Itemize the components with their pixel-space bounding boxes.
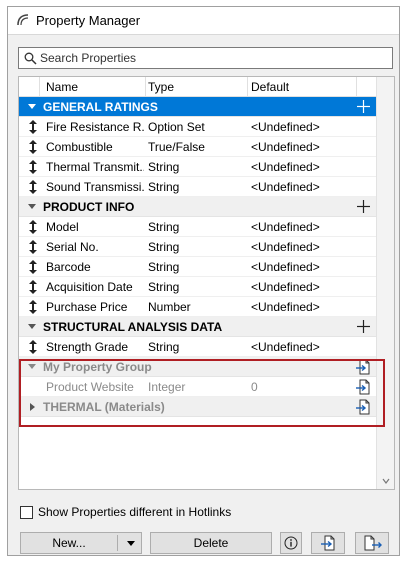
search-icon <box>24 52 37 65</box>
table-row[interactable]: Thermal Transmit... String <Undefined> <box>19 157 377 177</box>
drag-handle-icon[interactable] <box>29 340 37 354</box>
table-row[interactable]: Strength Grade String <Undefined> <box>19 337 377 357</box>
table-row[interactable]: Model String <Undefined> <box>19 217 377 237</box>
vertical-scrollbar[interactable] <box>376 77 394 489</box>
search-box[interactable] <box>18 47 393 69</box>
property-name: Barcode <box>46 260 91 274</box>
property-default: <Undefined> <box>251 300 320 314</box>
add-property-icon[interactable] <box>357 100 370 113</box>
export-button[interactable] <box>355 532 389 554</box>
import-button[interactable] <box>311 532 345 554</box>
table-row[interactable]: Acquisition Date String <Undefined> <box>19 277 377 297</box>
property-name: Sound Transmissi... <box>46 180 144 194</box>
column-header-row: Name Type Default <box>19 77 377 97</box>
property-grid: Name Type Default GENERAL RATINGS Fire R… <box>18 76 395 490</box>
drag-handle-icon[interactable] <box>29 260 37 274</box>
property-default: <Undefined> <box>251 120 320 134</box>
property-type: String <box>148 340 180 354</box>
collapse-arrow-icon[interactable] <box>28 204 36 209</box>
title-bar: Property Manager <box>8 7 399 35</box>
info-icon <box>284 536 298 550</box>
property-type: String <box>148 180 180 194</box>
split-divider <box>117 535 118 551</box>
property-manager-window: Property Manager Name Type Default GENER… <box>7 6 400 556</box>
property-name: Model <box>46 220 79 234</box>
property-name: Fire Resistance R... <box>46 120 144 134</box>
property-default: <Undefined> <box>251 180 320 194</box>
collapse-arrow-icon[interactable] <box>28 324 36 329</box>
property-type: String <box>148 220 180 234</box>
drag-handle-icon[interactable] <box>29 120 37 134</box>
group-title: GENERAL RATINGS <box>43 100 158 114</box>
collapse-arrow-icon[interactable] <box>28 104 36 109</box>
delete-button-label: Delete <box>193 536 229 550</box>
group-title: PRODUCT INFO <box>43 200 135 214</box>
drag-handle-icon[interactable] <box>29 140 37 154</box>
chevron-down-icon[interactable] <box>127 541 135 546</box>
table-row[interactable]: Fire Resistance R... Option Set <Undefin… <box>19 117 377 137</box>
group-row-product-info[interactable]: PRODUCT INFO <box>19 197 377 217</box>
drag-handle-icon[interactable] <box>29 280 37 294</box>
property-default: <Undefined> <box>251 140 320 154</box>
scroll-down-arrow-icon[interactable] <box>382 477 390 485</box>
show-diff-label: Show Properties different in Hotlinks <box>38 505 232 519</box>
group-title: STRUCTURAL ANALYSIS DATA <box>43 320 223 334</box>
column-header-type[interactable]: Type <box>148 80 174 94</box>
drag-handle-icon[interactable] <box>29 240 37 254</box>
group-row-general-ratings[interactable]: GENERAL RATINGS <box>19 97 377 117</box>
property-name: Combustible <box>46 140 113 154</box>
table-row[interactable]: Combustible True/False <Undefined> <box>19 137 377 157</box>
add-property-icon[interactable] <box>357 200 370 213</box>
info-button[interactable] <box>280 532 302 554</box>
group-row-structural-analysis-data[interactable]: STRUCTURAL ANALYSIS DATA <box>19 317 377 337</box>
table-row[interactable]: Serial No. String <Undefined> <box>19 237 377 257</box>
import-icon <box>321 535 335 551</box>
property-default: <Undefined> <box>251 340 320 354</box>
table-row[interactable]: Barcode String <Undefined> <box>19 257 377 277</box>
add-property-icon[interactable] <box>357 320 370 333</box>
property-default: <Undefined> <box>251 220 320 234</box>
property-type: String <box>148 280 180 294</box>
property-name: Serial No. <box>46 240 99 254</box>
delete-button[interactable]: Delete <box>150 532 272 554</box>
window-title: Property Manager <box>36 13 141 28</box>
property-default: <Undefined> <box>251 160 320 174</box>
drag-handle-icon[interactable] <box>29 180 37 194</box>
property-type: Number <box>148 300 191 314</box>
property-default: <Undefined> <box>251 240 320 254</box>
property-type: True/False <box>148 140 205 154</box>
property-type: String <box>148 260 180 274</box>
property-name: Acquisition Date <box>46 280 133 294</box>
show-diff-checkbox[interactable] <box>20 506 33 519</box>
column-header-name[interactable]: Name <box>46 80 78 94</box>
app-icon <box>17 14 29 26</box>
search-input[interactable] <box>40 49 385 67</box>
new-button[interactable]: New... <box>20 532 142 554</box>
column-header-default[interactable]: Default <box>251 80 289 94</box>
drag-handle-icon[interactable] <box>29 160 37 174</box>
table-row[interactable]: Sound Transmissi... String <Undefined> <box>19 177 377 197</box>
property-type: Option Set <box>148 120 205 134</box>
table-row[interactable]: Purchase Price Number <Undefined> <box>19 297 377 317</box>
property-default: <Undefined> <box>251 280 320 294</box>
property-default: <Undefined> <box>251 260 320 274</box>
property-name: Purchase Price <box>46 300 128 314</box>
drag-handle-icon[interactable] <box>29 220 37 234</box>
property-type: String <box>148 240 180 254</box>
hotlink-highlight-frame <box>19 359 385 427</box>
export-file-icon <box>364 535 382 551</box>
property-type: String <box>148 160 180 174</box>
drag-handle-icon[interactable] <box>29 300 37 314</box>
property-name: Thermal Transmit... <box>46 160 144 174</box>
property-name: Strength Grade <box>46 340 129 354</box>
new-button-label: New... <box>52 536 86 550</box>
